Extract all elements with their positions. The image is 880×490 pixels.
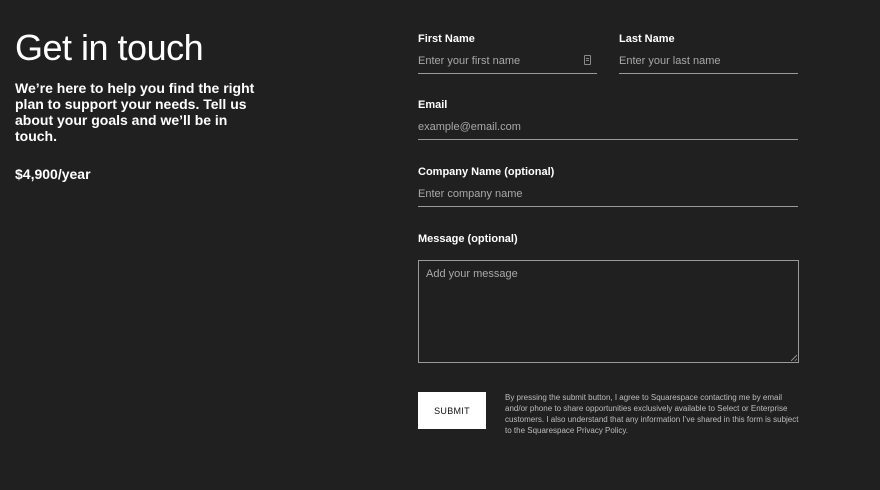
submit-button[interactable]: SUBMIT bbox=[418, 392, 486, 429]
price-text: $4,900/year bbox=[15, 166, 91, 182]
intro-text: We’re here to help you find the right pl… bbox=[15, 80, 255, 144]
email-label: Email bbox=[418, 99, 448, 111]
last-name-input[interactable] bbox=[619, 51, 798, 71]
company-input[interactable] bbox=[418, 184, 798, 204]
message-label: Message (optional) bbox=[418, 233, 518, 245]
first-name-field-wrap bbox=[418, 51, 597, 74]
message-field-wrap bbox=[418, 260, 799, 363]
resize-handle-icon[interactable] bbox=[791, 355, 797, 361]
last-name-label: Last Name bbox=[619, 33, 675, 45]
contact-page: Get in touch We’re here to help you find… bbox=[0, 0, 880, 490]
first-name-label: First Name bbox=[418, 33, 475, 45]
email-field-wrap bbox=[418, 117, 798, 140]
contact-card-icon[interactable] bbox=[584, 55, 591, 65]
intro-column: Get in touch We’re here to help you find… bbox=[15, 27, 275, 183]
email-input[interactable] bbox=[418, 117, 798, 137]
first-name-input[interactable] bbox=[418, 51, 597, 71]
consent-disclaimer: By pressing the submit button, I agree t… bbox=[505, 393, 799, 435]
page-title: Get in touch bbox=[15, 27, 204, 68]
last-name-field-wrap bbox=[619, 51, 798, 74]
message-textarea[interactable] bbox=[419, 261, 798, 362]
company-label: Company Name (optional) bbox=[418, 166, 555, 178]
company-field-wrap bbox=[418, 184, 798, 207]
